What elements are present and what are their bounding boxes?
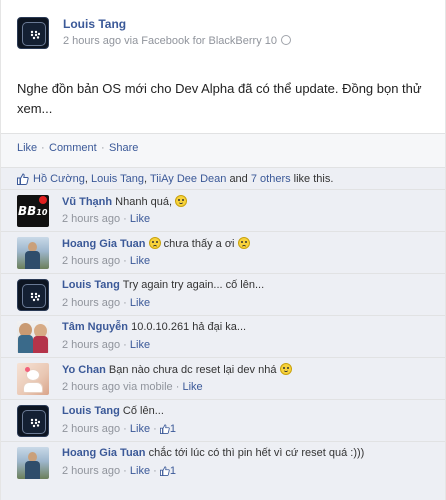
comment-body: Vũ Thạnh Nhanh quá,: [62, 195, 437, 208]
smiley-icon: [279, 363, 292, 375]
comment-body: Louis Tang Cố lên...: [62, 405, 437, 417]
comment-meta: 2 hours ago · Like · 1: [62, 423, 176, 435]
comment-item: Hoang Gia Tuan chắc tới lúc có thì pin h…: [1, 441, 445, 500]
facebook-post: Louis Tang 2 hours ago via Facebook for …: [0, 0, 446, 500]
liker-name[interactable]: Hồ Cường: [33, 173, 85, 185]
post-content: Nghe đồn bản OS mới cho Dev Alpha đã có …: [17, 81, 422, 116]
thumbs-up-icon: [159, 466, 170, 476]
commenter-avatar[interactable]: [17, 237, 49, 269]
comment-time[interactable]: 2 hours ago: [62, 465, 120, 477]
post-timestamp[interactable]: 2 hours ago via Facebook for BlackBerry …: [63, 35, 277, 47]
comment-body: Hoang Gia Tuan chắc tới lúc có thì pin h…: [62, 447, 437, 459]
comment-meta: 2 hours ago · Like: [62, 213, 151, 225]
comment-meta: 2 hours ago · Like · 1: [62, 465, 176, 477]
blackberry-logo-icon: [22, 22, 46, 46]
comment-item: Hoang Gia Tuan chưa thấy a ơi 2 hours ag…: [1, 231, 445, 273]
comment-like-link[interactable]: Like: [130, 465, 150, 477]
comment-text: chưa thấy a ơi: [163, 238, 235, 250]
commenter-avatar[interactable]: [17, 363, 49, 395]
commenter-name[interactable]: Vũ Thạnh: [62, 196, 112, 208]
comment-like-link[interactable]: Like: [130, 297, 150, 309]
action-separator: ·: [101, 142, 105, 154]
comment-like-link[interactable]: Like: [130, 213, 150, 225]
thumbs-up-icon: [159, 424, 170, 434]
likes-and: and: [229, 173, 248, 185]
share-link[interactable]: Share: [109, 142, 138, 154]
likes-summary: Hồ Cường, Louis Tang, TiiAy Dee Dean and…: [1, 167, 445, 189]
likes-text: Hồ Cường, Louis Tang, TiiAy Dee Dean and…: [33, 173, 334, 185]
comment-time[interactable]: 2 hours ago via mobile: [62, 381, 173, 393]
commenter-name[interactable]: Louis Tang: [62, 405, 120, 417]
comment-like-count[interactable]: 1: [170, 465, 176, 477]
comment-like-link[interactable]: Like: [130, 255, 150, 267]
commenter-avatar[interactable]: [17, 405, 49, 437]
commenter-avatar[interactable]: [17, 321, 49, 353]
thumbs-up-icon: [17, 173, 29, 185]
comment-like-link[interactable]: Like: [130, 423, 150, 435]
commenter-name[interactable]: Yo Chan: [62, 364, 106, 376]
comment-body: Yo Chan Bạn nào chưa dc reset lại dev nh…: [62, 363, 437, 376]
post-header: Louis Tang 2 hours ago via Facebook for …: [1, 0, 445, 62]
action-separator: ·: [41, 142, 45, 154]
comment-time[interactable]: 2 hours ago: [62, 297, 120, 309]
post-meta: 2 hours ago via Facebook for BlackBerry …: [63, 35, 292, 47]
commenter-name[interactable]: Hoang Gia Tuan: [62, 238, 146, 250]
comment-body: Tâm Nguyễn 10.0.10.261 hả đại ka...: [62, 321, 437, 333]
commenter-name[interactable]: Tâm Nguyễn: [62, 321, 128, 333]
comment-body: Louis Tang Try again try again... cố lên…: [62, 279, 437, 291]
comment-link[interactable]: Comment: [49, 142, 97, 154]
liker-name[interactable]: TiiAy Dee Dean: [150, 173, 226, 185]
post-author-name[interactable]: Louis Tang: [63, 17, 126, 31]
comment-text: Nhanh quá,: [115, 196, 173, 208]
comment-like-link[interactable]: Like: [182, 381, 202, 393]
comment-time[interactable]: 2 hours ago: [62, 255, 120, 267]
bb10-logo-icon[interactable]: BB10: [17, 195, 49, 227]
globe-icon: [281, 35, 292, 45]
comment-text: Try again try again... cố lên...: [122, 279, 265, 291]
comment-time[interactable]: 2 hours ago: [62, 423, 120, 435]
comment-meta: 2 hours ago via mobile · Like: [62, 381, 203, 393]
commenter-name[interactable]: Louis Tang: [62, 279, 120, 291]
like-link[interactable]: Like: [17, 142, 37, 154]
comment-body: Hoang Gia Tuan chưa thấy a ơi: [62, 237, 437, 250]
comment-meta: 2 hours ago · Like: [62, 255, 151, 267]
comment-meta: 2 hours ago · Like: [62, 339, 151, 351]
comment-item: Tâm Nguyễn 10.0.10.261 hả đại ka... 2 ho…: [1, 315, 445, 357]
commenter-avatar[interactable]: [17, 447, 49, 479]
comment-item: Louis Tang Cố lên... 2 hours ago · Like …: [1, 399, 445, 441]
commenter-avatar[interactable]: [17, 279, 49, 311]
liker-name[interactable]: Louis Tang: [91, 173, 144, 185]
comment-like-link[interactable]: Like: [130, 339, 150, 351]
comment-time[interactable]: 2 hours ago: [62, 213, 120, 225]
comment-item: BB10 Vũ Thạnh Nhanh quá, 2 hours ago · L…: [1, 189, 445, 231]
comment-meta: 2 hours ago · Like: [62, 297, 151, 309]
blackberry-logo-icon: [22, 410, 46, 434]
comment-text: Cố lên...: [122, 405, 164, 417]
likes-suffix: like this.: [293, 173, 334, 185]
comment-text: Bạn nào chưa dc reset lại dev nhá: [108, 364, 277, 376]
frown-icon: [237, 237, 250, 249]
comment-text: chắc tới lúc có thì pin hết vì cứ reset …: [148, 447, 365, 459]
author-avatar[interactable]: [17, 17, 49, 49]
smiley-icon: [175, 195, 188, 207]
comment-item: Louis Tang Try again try again... cố lên…: [1, 273, 445, 315]
others-link[interactable]: 7 others: [251, 173, 291, 185]
blackberry-logo-icon: [22, 284, 46, 308]
comment-item: Yo Chan Bạn nào chưa dc reset lại dev nh…: [1, 357, 445, 399]
frown-icon: [148, 237, 161, 249]
post-actions: Like · Comment · Share: [1, 133, 445, 167]
comment-text: 10.0.10.261 hả đại ka...: [131, 321, 247, 333]
commenter-name[interactable]: Hoang Gia Tuan: [62, 447, 146, 459]
comment-time[interactable]: 2 hours ago: [62, 339, 120, 351]
comment-like-count[interactable]: 1: [170, 423, 176, 435]
